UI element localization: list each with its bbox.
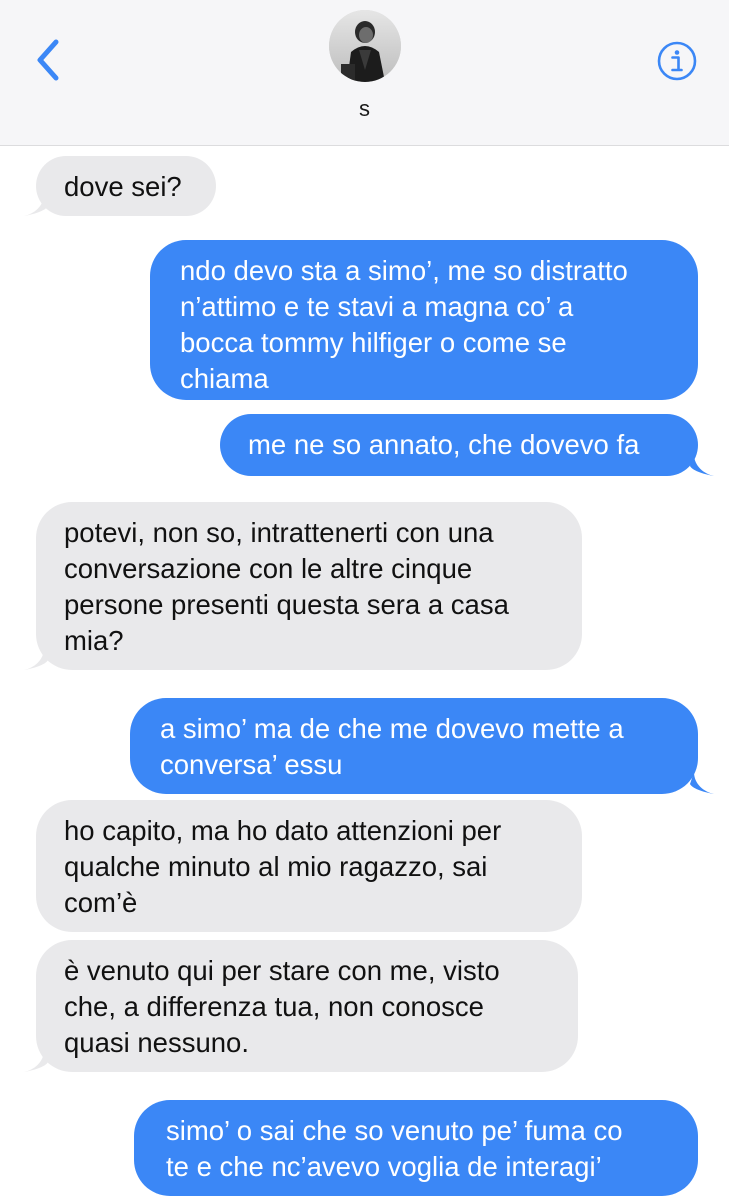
message-bubble-received[interactable]: ho capito, ma ho dato attenzioni per qua… <box>36 800 582 932</box>
contact-avatar[interactable] <box>329 10 401 82</box>
bubble-tail-sent <box>690 772 714 794</box>
message-bubble-sent[interactable]: a simo’ ma de che me dovevo mette a conv… <box>130 698 698 794</box>
bubble-tail-received <box>24 1050 48 1072</box>
message-bubble-received[interactable]: è venuto qui per stare con me, visto che… <box>36 940 578 1072</box>
message-bubble-sent[interactable]: me ne so annato, che dovevo fa <box>220 414 698 476</box>
bubble-tail-received <box>24 648 48 670</box>
chevron-left-icon <box>37 39 59 81</box>
message-thread[interactable]: dove sei? ndo devo sta a simo’, me so di… <box>0 146 729 1200</box>
bubble-tail-sent <box>690 454 714 476</box>
info-button[interactable] <box>656 40 698 82</box>
message-bubble-received[interactable]: dove sei? <box>36 156 216 216</box>
info-circle-icon <box>657 41 697 81</box>
bubble-tail-received <box>24 194 48 216</box>
avatar-photo <box>329 10 401 82</box>
message-bubble-sent[interactable]: ndo devo sta a simo’, me so distratto n’… <box>150 240 698 400</box>
contact-name[interactable]: s <box>0 96 729 122</box>
conversation-header: s <box>0 0 729 146</box>
message-bubble-sent[interactable]: simo’ o sai che so venuto pe’ fuma co te… <box>134 1100 698 1196</box>
back-button[interactable] <box>30 38 70 82</box>
message-bubble-received[interactable]: potevi, non so, intrattenerti con una co… <box>36 502 582 670</box>
